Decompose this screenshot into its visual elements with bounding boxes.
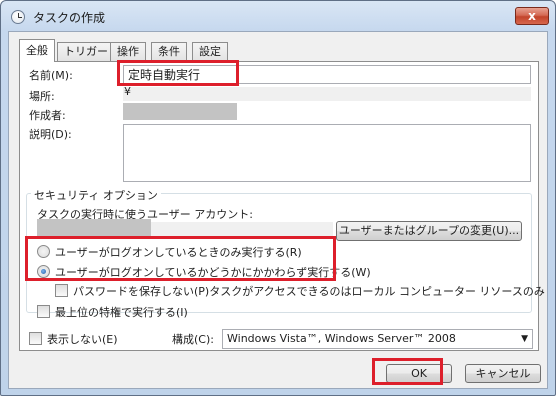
tab-settings[interactable]: 設定: [192, 42, 228, 61]
description-field[interactable]: [123, 124, 531, 182]
author-value-redacted: [123, 103, 237, 120]
tab-conditions[interactable]: 条件: [151, 42, 187, 61]
description-label: 説明(D):: [29, 128, 72, 141]
run-option-highlight: [25, 236, 336, 281]
window-title: タスクの作成: [33, 11, 106, 25]
no-store-password-checkbox[interactable]: [55, 284, 68, 297]
configure-for-value: Windows Vista™, Windows Server™ 2008: [227, 332, 456, 345]
clock-icon: [11, 10, 25, 24]
name-field-highlight: [117, 60, 239, 86]
tab-actions[interactable]: 操作: [110, 42, 146, 61]
hidden-checkbox[interactable]: [29, 332, 42, 345]
configure-label: 構成(C):: [172, 333, 214, 346]
close-button[interactable]: x: [515, 7, 549, 25]
run-account-field: [151, 222, 333, 236]
tab-general[interactable]: 全般: [19, 39, 55, 62]
highest-privileges-checkbox[interactable]: [37, 305, 50, 318]
tab-triggers[interactable]: トリガー: [57, 42, 115, 61]
create-task-window: タスクの作成 x 全般 トリガー 操作 条件 設定 名前(M): 定時自動実行 …: [0, 0, 556, 396]
no-store-password-label[interactable]: パスワードを保存しない(P)タスクがアクセスできるのはローカル コンピューター …: [73, 283, 545, 299]
general-tab-panel: 名前(M): 定時自動実行 場所: ¥ 作成者: 説明(D): セキュリティ オ…: [19, 61, 545, 351]
cancel-button[interactable]: キャンセル: [465, 364, 541, 383]
location-value: ¥: [124, 85, 131, 98]
security-options-legend: セキュリティ オプション: [31, 187, 161, 203]
location-field: ¥: [123, 85, 531, 101]
title-bar: タスクの作成 x: [1, 1, 555, 31]
configure-for-select[interactable]: Windows Vista™, Windows Server™ 2008 ▼: [222, 329, 533, 349]
dialog-client-area: 全般 トリガー 操作 条件 設定 名前(M): 定時自動実行 場所: ¥ 作成者…: [8, 31, 548, 389]
chevron-down-icon[interactable]: ▼: [521, 330, 528, 348]
ok-button-highlight: [372, 358, 443, 385]
hidden-label[interactable]: 表示しない(E): [47, 331, 118, 347]
change-user-button[interactable]: ユーザーまたはグループの変更(U)...: [336, 221, 522, 241]
run-account-value-redacted: [37, 219, 151, 236]
name-label: 名前(M):: [29, 69, 73, 82]
highest-privileges-label[interactable]: 最上位の特権で実行する(I): [55, 304, 188, 320]
author-label: 作成者:: [29, 109, 66, 122]
location-label: 場所:: [29, 90, 55, 103]
